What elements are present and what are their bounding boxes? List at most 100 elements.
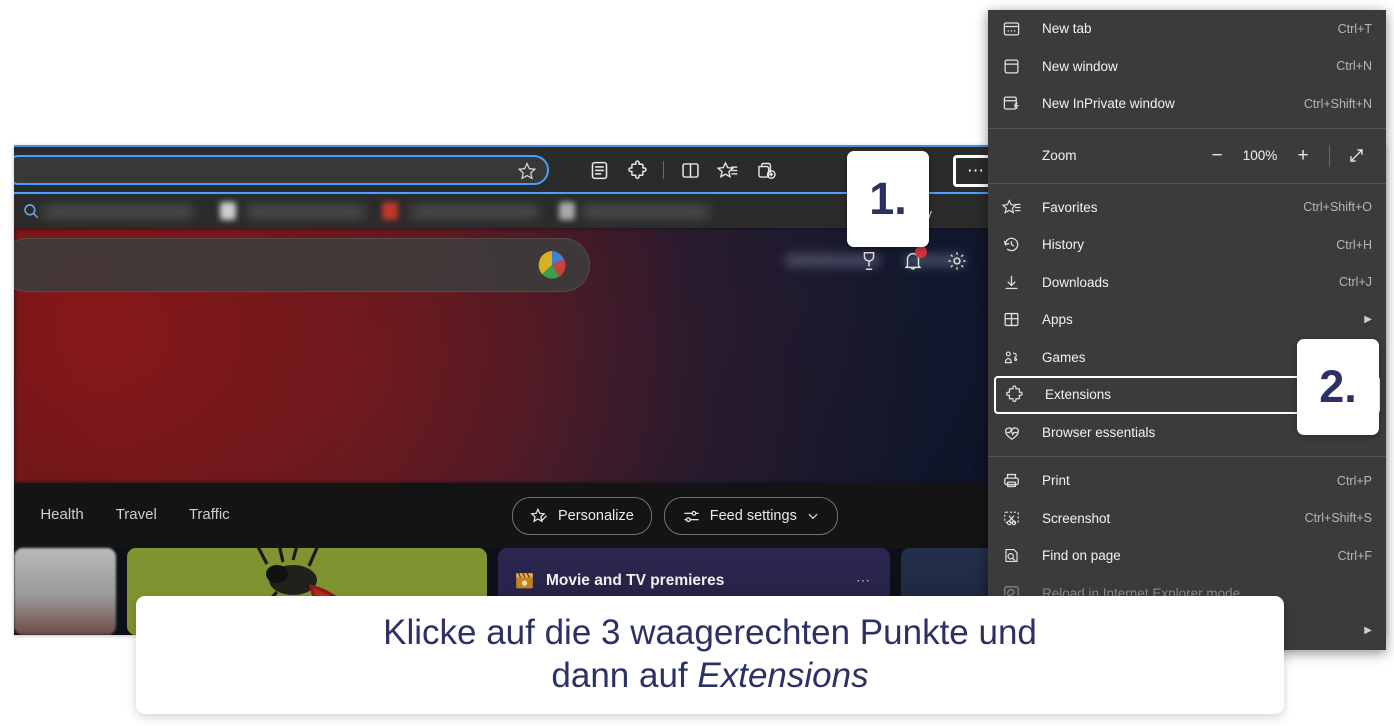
menu-item-label: Favorites — [1042, 199, 1098, 215]
bookmark-item[interactable] — [42, 204, 194, 219]
settings-gear-icon[interactable] — [946, 250, 968, 277]
caption-text: Klicke auf die 3 waagerechten Punkte und… — [383, 612, 1037, 697]
card-header: Movie and TV premieres — [514, 570, 724, 591]
zoom-label: Zoom — [1042, 148, 1077, 163]
bookmark-item[interactable] — [246, 204, 366, 219]
card-more-icon[interactable]: ⋯ — [856, 572, 872, 589]
menu-item-label: Print — [1042, 473, 1070, 489]
favorites-icon — [1002, 196, 1032, 218]
menu-divider — [988, 127, 1386, 129]
ntp-logo-icon — [537, 250, 567, 280]
movie-clapper-icon — [516, 572, 533, 589]
menu-item-new-inprivate-window[interactable]: New InPrivate window Ctrl+Shift+N — [988, 85, 1386, 123]
feed-settings-button[interactable]: Feed settings — [663, 497, 838, 535]
add-tab-collection-icon[interactable] — [747, 154, 785, 186]
menu-item-shortcut: Ctrl+Shift+N — [1303, 96, 1372, 111]
feed-link[interactable]: Traffic — [189, 506, 230, 523]
reading-list-icon[interactable] — [580, 154, 618, 186]
zoom-in-button[interactable]: + — [1287, 141, 1319, 171]
feed-link[interactable]: Health — [40, 506, 83, 523]
personalize-button[interactable]: Personalize — [512, 497, 652, 535]
feed-action-buttons: Personalize Feed settings — [512, 497, 838, 535]
news-card-photo[interactable] — [14, 548, 116, 635]
notifications-icon[interactable] — [902, 246, 927, 277]
find-on-page-icon — [1002, 545, 1032, 567]
history-icon — [1002, 234, 1032, 256]
step-2-callout-badge: 2. — [1297, 339, 1379, 435]
feed-settings-label: Feed settings — [709, 508, 797, 524]
games-icon — [1002, 346, 1032, 368]
notification-badge — [915, 246, 927, 258]
menu-item-shortcut: Ctrl+J — [1339, 275, 1372, 290]
menu-item-label: History — [1042, 237, 1085, 253]
fullscreen-icon[interactable] — [1340, 141, 1372, 171]
menu-item-label: Find on page — [1042, 548, 1121, 564]
menu-item-new-window[interactable]: New window Ctrl+N — [988, 48, 1386, 86]
extensions-icon — [1005, 384, 1035, 406]
bookmark-item[interactable] — [382, 202, 398, 220]
print-icon — [1002, 470, 1032, 492]
zoom-out-button[interactable]: − — [1201, 141, 1233, 171]
bookmark-item[interactable] — [220, 202, 236, 220]
apps-icon — [1002, 309, 1032, 331]
menu-item-shortcut: Ctrl+H — [1336, 237, 1372, 252]
submenu-arrow-icon: ▶ — [1364, 314, 1372, 326]
menu-divider — [988, 182, 1386, 184]
bookmark-item[interactable] — [582, 204, 710, 219]
zoom-separator — [1329, 144, 1330, 167]
submenu-arrow-icon: ▶ — [1364, 625, 1372, 637]
toolbar-icon-group — [580, 154, 785, 186]
menu-item-shortcut: Ctrl+F — [1337, 548, 1372, 563]
menu-item-history[interactable]: History Ctrl+H — [988, 226, 1386, 264]
zoom-controls: − 100% + — [1201, 141, 1372, 171]
menu-item-label: Apps — [1042, 312, 1073, 328]
address-bar[interactable] — [14, 155, 549, 185]
menu-item-label: New window — [1042, 58, 1118, 74]
menu-item-shortcut: Ctrl+N — [1336, 59, 1372, 74]
caption-line-2-emphasis: Extensions — [697, 656, 869, 695]
menu-item-shortcut: Ctrl+T — [1337, 21, 1372, 36]
new-tab-icon — [1002, 18, 1032, 40]
browser-essentials-icon — [1002, 421, 1032, 443]
bookmark-item[interactable] — [410, 204, 540, 219]
card-title: Movie and TV premieres — [546, 571, 725, 589]
split-screen-icon[interactable] — [671, 154, 709, 186]
menu-item-label: Downloads — [1042, 274, 1109, 290]
menu-item-label: New tab — [1042, 21, 1092, 37]
personalize-label: Personalize — [558, 508, 634, 524]
collections-icon[interactable] — [709, 154, 747, 186]
menu-item-find-on-page[interactable]: Find on page Ctrl+F — [988, 537, 1386, 575]
instruction-caption-card: Klicke auf die 3 waagerechten Punkte und… — [136, 596, 1284, 714]
bookmark-item[interactable] — [559, 202, 575, 220]
extensions-puzzle-icon[interactable] — [618, 154, 656, 186]
menu-item-shortcut: Ctrl+Shift+S — [1304, 511, 1372, 526]
menu-item-label: New InPrivate window — [1042, 96, 1175, 112]
caption-line-1: Klicke auf die 3 waagerechten Punkte und — [383, 613, 1037, 653]
menu-item-shortcut: Ctrl+P — [1336, 473, 1372, 488]
downloads-icon — [1002, 271, 1032, 293]
menu-item-downloads[interactable]: Downloads Ctrl+J — [988, 264, 1386, 302]
zoom-level-value: 100% — [1242, 148, 1278, 163]
chevron-down-icon — [808, 513, 818, 520]
menu-item-label: Screenshot — [1042, 510, 1111, 526]
menu-item-new-tab[interactable]: New tab Ctrl+T — [988, 10, 1386, 48]
screenshot-root: ⋯ Other fav — [0, 0, 1394, 728]
menu-item-print[interactable]: Print Ctrl+P — [988, 462, 1386, 500]
favorite-star-icon[interactable] — [517, 161, 537, 181]
search-icon[interactable] — [22, 202, 40, 220]
rewards-icon[interactable] — [858, 250, 880, 277]
ntp-search-box[interactable] — [14, 238, 590, 292]
menu-item-favorites[interactable]: Favorites Ctrl+Shift+O — [988, 189, 1386, 227]
inprivate-window-icon — [1002, 93, 1032, 115]
edge-settings-menu: New tab Ctrl+T New window Ctrl+N New InP… — [988, 10, 1386, 650]
menu-item-shortcut: Ctrl+Shift+O — [1303, 200, 1372, 215]
step-1-callout-badge: 1. — [847, 151, 929, 247]
feed-nav-links: g Health Travel Traffic — [14, 506, 230, 523]
menu-item-apps[interactable]: Apps ▶ — [988, 301, 1386, 339]
menu-item-screenshot[interactable]: Screenshot Ctrl+Shift+S — [988, 500, 1386, 538]
ntp-header-icons — [858, 246, 968, 277]
menu-item-zoom: Zoom − 100% + — [988, 134, 1386, 178]
toolbar-separator — [663, 161, 664, 179]
screenshot-icon — [1002, 507, 1032, 529]
feed-link[interactable]: Travel — [116, 506, 157, 523]
